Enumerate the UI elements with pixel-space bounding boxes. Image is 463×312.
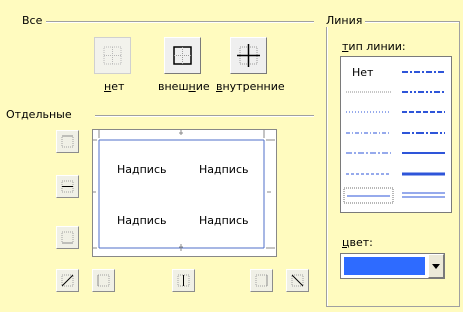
border-inside-horizontal-icon (61, 180, 74, 193)
border-inner-icon (237, 44, 260, 67)
preset-inner-button[interactable] (230, 37, 267, 74)
line-group-label: Линия (326, 14, 366, 27)
border-right-icon (255, 274, 268, 287)
border-none-icon (103, 46, 122, 65)
border-middle-h-button[interactable] (56, 175, 79, 198)
border-left-button[interactable] (92, 269, 115, 292)
line-color-swatch (344, 257, 425, 275)
border-middle-v-button[interactable] (172, 269, 195, 292)
border-outer-icon (173, 46, 192, 65)
line-style-list[interactable]: Нет (340, 56, 452, 213)
preset-outer-button[interactable] (164, 37, 201, 74)
chevron-down-icon (432, 264, 440, 269)
preset-outer-label: внешние (158, 80, 210, 93)
individual-group-label: Отдельные (6, 108, 72, 121)
preview-border-lines (93, 130, 275, 251)
border-diagonal-down-icon (291, 274, 304, 287)
border-right-button[interactable] (250, 269, 273, 292)
border-bottom-icon (61, 231, 74, 244)
individual-group-line (95, 115, 314, 117)
preset-none-button[interactable] (94, 37, 131, 74)
border-bottom-button[interactable] (56, 226, 79, 249)
border-preview[interactable]: Надпись Надпись Надпись Надпись (92, 129, 277, 257)
border-inside-vertical-icon (177, 274, 190, 287)
preview-cell-3: Надпись (117, 214, 167, 227)
border-top-icon (61, 135, 74, 148)
border-diag-up-button[interactable] (56, 269, 79, 292)
line-color-select[interactable] (340, 253, 445, 279)
presets-group-label: Все (22, 14, 43, 27)
preview-cell-1: Надпись (117, 163, 167, 176)
line-color-dropdown-button[interactable] (428, 254, 444, 278)
line-type-label: тип линии: (342, 40, 406, 53)
border-left-icon (97, 274, 110, 287)
border-diagonal-up-icon (61, 274, 74, 287)
line-color-label: цвет: (342, 236, 373, 249)
preset-none-label: нет (104, 80, 125, 93)
border-diag-down-button[interactable] (286, 269, 309, 292)
presets-group-line (46, 21, 314, 23)
preset-inner-label: внутренние (216, 80, 285, 93)
preview-cell-2: Надпись (199, 163, 249, 176)
preview-cell-4: Надпись (199, 214, 249, 227)
border-top-button[interactable] (56, 130, 79, 153)
line-style-swatches (343, 71, 445, 204)
